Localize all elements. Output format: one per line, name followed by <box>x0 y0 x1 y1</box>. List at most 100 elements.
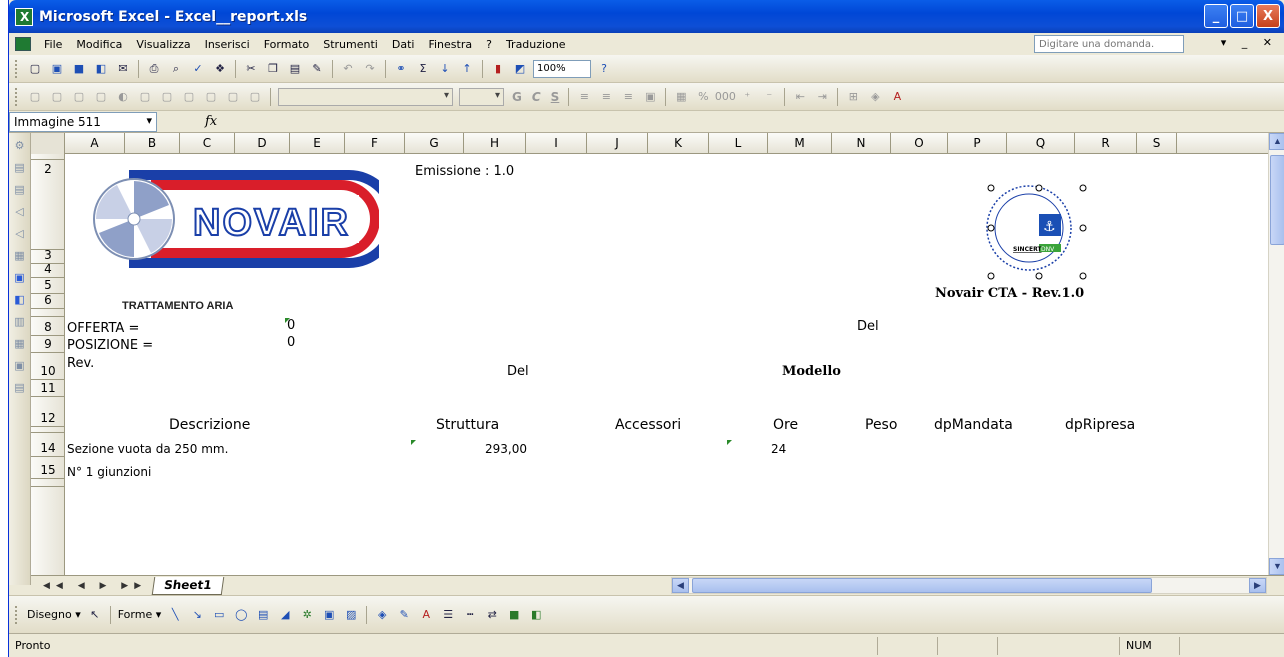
row-header-10[interactable]: 10 <box>31 353 65 380</box>
scroll-up-button[interactable]: ▲ <box>1269 133 1284 150</box>
chart-wizard-icon[interactable]: ▮ <box>489 60 507 78</box>
left-tool-icon-12[interactable]: ▤ <box>12 381 28 397</box>
row-header-5[interactable]: 5 <box>31 278 65 294</box>
header-dpmandata[interactable]: dpMandata <box>934 417 1013 433</box>
vertical-scroll-thumb[interactable] <box>1270 155 1284 245</box>
document-icon[interactable] <box>15 37 31 51</box>
oval-icon[interactable]: ◯ <box>232 606 250 624</box>
left-tool-icon-4[interactable]: ◁ <box>12 205 28 221</box>
vertical-scrollbar[interactable]: ▲ ▼ <box>1268 133 1284 575</box>
menu-help[interactable]: ? <box>479 38 499 51</box>
line-style-icon[interactable]: ☰ <box>439 606 457 624</box>
review-icon-9[interactable]: ▢ <box>202 88 220 106</box>
print-preview-icon[interactable]: ⌕ <box>167 60 185 78</box>
diagram-icon[interactable]: ✲ <box>298 606 316 624</box>
cell-del-1[interactable]: Del <box>857 319 879 334</box>
horizontal-scrollbar[interactable]: ◀ ▶ <box>671 577 1267 594</box>
email-icon[interactable]: ✉ <box>114 60 132 78</box>
currency-icon[interactable]: ▦ <box>672 88 690 106</box>
column-header-b[interactable]: B <box>125 133 180 154</box>
rectangle-icon[interactable]: ▭ <box>210 606 228 624</box>
row-header-4[interactable]: 4 <box>31 262 65 278</box>
review-icon-11[interactable]: ▢ <box>246 88 264 106</box>
cell-r14-descrizione[interactable]: Sezione vuota da 250 mm. <box>67 442 228 456</box>
research-icon[interactable]: ❖ <box>211 60 229 78</box>
decrease-decimal-icon[interactable]: ⁻ <box>760 88 778 106</box>
worksheet[interactable]: A B C D E F G H I J K L M N O P Q R S 2 … <box>31 133 1284 575</box>
menu-modifica[interactable]: Modifica <box>69 38 129 51</box>
toolbar-grip[interactable] <box>15 605 18 624</box>
cell-r15-descrizione[interactable]: N° 1 giunzioni <box>67 465 151 479</box>
underline-button[interactable]: S <box>551 90 560 104</box>
cell-del-2[interactable]: Del <box>507 364 529 379</box>
zoom-select[interactable]: 100% <box>533 59 591 78</box>
dash-style-icon[interactable]: ┅ <box>461 606 479 624</box>
open-icon[interactable]: ▣ <box>48 60 66 78</box>
cell-posizione-value[interactable]: 0 <box>287 335 295 350</box>
row-header-8[interactable]: 8 <box>31 317 65 336</box>
toolbar-grip[interactable] <box>15 59 18 78</box>
column-header-a[interactable]: A <box>65 133 125 154</box>
formula-input[interactable] <box>217 112 1284 132</box>
picture-icon[interactable]: ▨ <box>342 606 360 624</box>
left-tool-icon-8[interactable]: ◧ <box>12 293 28 309</box>
decrease-indent-icon[interactable]: ⇤ <box>791 88 809 106</box>
excel-app-icon[interactable] <box>15 7 33 26</box>
column-header-r[interactable]: R <box>1075 133 1137 154</box>
left-tool-icon-10[interactable]: ▦ <box>12 337 28 353</box>
column-header-d[interactable]: D <box>235 133 290 154</box>
paste-icon[interactable]: ▤ <box>286 60 304 78</box>
permission-icon[interactable]: ◧ <box>92 60 110 78</box>
review-icon-10[interactable]: ▢ <box>224 88 242 106</box>
left-tool-icon-11[interactable]: ▣ <box>12 359 28 375</box>
line-icon[interactable]: ╲ <box>166 606 184 624</box>
font-color-icon[interactable]: A <box>417 606 435 624</box>
scroll-right-button[interactable]: ▶ <box>1249 578 1266 593</box>
cell-r14-struttura[interactable]: 293,00 <box>485 442 527 456</box>
clipart-icon[interactable]: ▣ <box>320 606 338 624</box>
review-icon-2[interactable]: ▢ <box>48 88 66 106</box>
left-tool-icon-1[interactable]: ⚙ <box>12 139 28 155</box>
header-descrizione[interactable]: Descrizione <box>169 417 250 433</box>
review-icon-5[interactable]: ◐ <box>114 88 132 106</box>
row-header-12[interactable]: 12 <box>31 397 65 427</box>
menu-strumenti[interactable]: Strumenti <box>316 38 385 51</box>
row-header-6[interactable]: 6 <box>31 293 65 309</box>
undo-icon[interactable]: ↶ <box>339 60 357 78</box>
name-box[interactable]: Immagine 511 <box>9 111 157 132</box>
cell-offerta-label[interactable]: OFFERTA = <box>67 321 139 336</box>
autosum-icon[interactable]: Σ <box>414 60 432 78</box>
column-header-e[interactable]: E <box>290 133 345 154</box>
print-icon[interactable]: ⎙ <box>145 60 163 78</box>
tab-sheet1[interactable]: Sheet1 <box>151 576 224 595</box>
increase-indent-icon[interactable]: ⇥ <box>813 88 831 106</box>
menu-file[interactable]: File <box>37 38 69 51</box>
fx-icon[interactable]: fx <box>205 114 217 129</box>
row-header-11[interactable]: 11 <box>31 380 65 397</box>
column-header-j[interactable]: J <box>587 133 648 154</box>
wordart-icon[interactable]: ◢ <box>276 606 294 624</box>
column-header-k[interactable]: K <box>648 133 709 154</box>
shadow-icon[interactable]: ■ <box>505 606 523 624</box>
left-tool-icon-5[interactable]: ◁ <box>12 227 28 243</box>
column-header-i[interactable]: I <box>526 133 587 154</box>
select-all-corner[interactable] <box>31 133 65 154</box>
arrow-style-icon[interactable]: ⇄ <box>483 606 501 624</box>
close-button[interactable]: X <box>1256 4 1280 28</box>
left-tool-icon-7[interactable]: ▣ <box>12 271 28 287</box>
left-tool-icon-2[interactable]: ▤ <box>12 161 28 177</box>
cell-r14-ore[interactable]: 24 <box>771 442 786 456</box>
column-header-h[interactable]: H <box>464 133 526 154</box>
align-center-icon[interactable]: ≡ <box>597 88 615 106</box>
header-struttura[interactable]: Struttura <box>436 417 499 433</box>
font-size-select[interactable] <box>459 87 504 106</box>
bold-button[interactable]: G <box>512 90 522 104</box>
hyperlink-icon[interactable]: ⚭ <box>392 60 410 78</box>
format-painter-icon[interactable]: ✎ <box>308 60 326 78</box>
header-ore[interactable]: Ore <box>773 417 798 433</box>
italic-button[interactable]: C <box>532 90 541 104</box>
review-icon-4[interactable]: ▢ <box>92 88 110 106</box>
header-peso[interactable]: Peso <box>865 417 897 433</box>
column-header-p[interactable]: P <box>948 133 1007 154</box>
new-icon[interactable]: ▢ <box>26 60 44 78</box>
